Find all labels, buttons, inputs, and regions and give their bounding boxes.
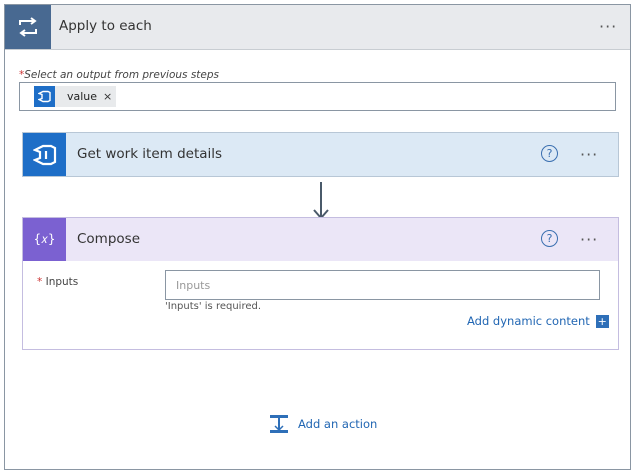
compose-variable-icon: {𝑥} xyxy=(23,218,66,261)
flow-arrow-icon xyxy=(313,182,329,220)
validation-message: 'Inputs' is required. xyxy=(165,301,262,312)
select-output-input[interactable]: value × xyxy=(19,82,616,111)
get-work-item-header[interactable]: Get work item details ? ··· xyxy=(23,133,618,176)
required-mark: * xyxy=(37,276,43,288)
add-action-label: Add an action xyxy=(298,417,378,431)
plus-icon: + xyxy=(595,314,609,328)
inputs-field[interactable] xyxy=(166,271,599,299)
compose-title: Compose xyxy=(77,231,141,247)
apply-to-each-title: Apply to each xyxy=(59,18,152,34)
add-dynamic-content-link[interactable]: Add dynamic content + xyxy=(467,314,609,328)
compose-card: {𝑥} Compose ? ··· * Inputs 'Inputs' is r… xyxy=(22,217,619,350)
apply-to-each-container: Apply to each ··· *Select an output from… xyxy=(4,4,631,470)
select-output-label-text: Select an output from previous steps xyxy=(24,69,220,81)
help-icon[interactable]: ? xyxy=(541,230,558,247)
azure-devops-icon xyxy=(23,133,66,176)
azure-devops-icon xyxy=(34,86,55,107)
inputs-label: * Inputs xyxy=(37,276,78,288)
select-output-label: *Select an output from previous steps xyxy=(19,69,219,81)
compose-header[interactable]: {𝑥} Compose ? ··· xyxy=(23,218,618,261)
get-work-item-menu-icon[interactable]: ··· xyxy=(580,147,598,163)
inputs-label-text: Inputs xyxy=(45,276,79,288)
loop-icon xyxy=(5,5,51,49)
get-work-item-title: Get work item details xyxy=(77,146,223,162)
compose-menu-icon[interactable]: ··· xyxy=(580,232,598,248)
get-work-item-card: Get work item details ? ··· xyxy=(22,132,619,177)
apply-to-each-header[interactable]: Apply to each ··· xyxy=(5,5,630,50)
help-icon[interactable]: ? xyxy=(541,145,558,162)
add-dynamic-content-label: Add dynamic content xyxy=(467,314,590,328)
apply-to-each-menu-icon[interactable]: ··· xyxy=(599,19,617,35)
value-token[interactable]: value × xyxy=(34,86,116,107)
token-label: value xyxy=(67,90,98,103)
token-remove-icon[interactable]: × xyxy=(103,90,112,103)
add-action-button[interactable]: Add an action xyxy=(268,413,377,435)
add-action-icon xyxy=(270,415,288,433)
inputs-field-container xyxy=(165,270,600,300)
